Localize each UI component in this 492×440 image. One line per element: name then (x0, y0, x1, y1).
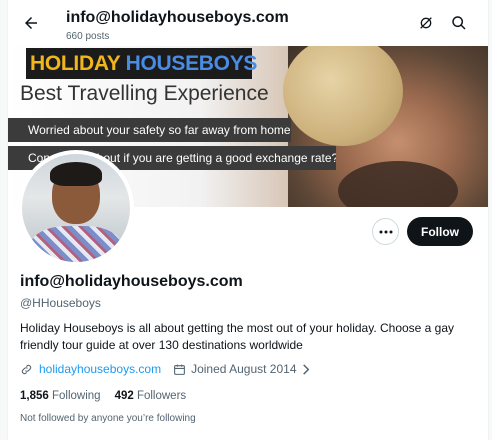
avatar[interactable] (18, 150, 134, 266)
notifications-toggle-button[interactable] (416, 13, 436, 33)
profile-bio: Holiday Houseboys is all about getting t… (20, 321, 455, 352)
followed-by-note: Not followed by anyone you’re following (20, 413, 196, 424)
profile-name: info@holidayhouseboys.com (20, 273, 243, 290)
followers-link[interactable]: 492 Followers (115, 390, 187, 402)
back-button[interactable] (18, 10, 44, 36)
follow-stats: 1,856 Following 492 Followers (20, 390, 186, 402)
post-count: 660 posts (66, 31, 110, 42)
muted-notification-icon (420, 17, 432, 29)
profile-handle: @HHouseboys (20, 296, 101, 310)
profile-meta: holidayhouseboys.com Joined August 2014 (20, 362, 310, 376)
more-button[interactable] (372, 218, 399, 245)
header-title: info@holidayhouseboys.com (66, 9, 289, 26)
calendar-icon (174, 364, 185, 375)
link-icon (21, 364, 32, 374)
more-horizontal-icon (379, 230, 392, 233)
banner-line-1: Worried about your safety so far away fr… (8, 118, 291, 142)
right-frame (488, 0, 492, 440)
follow-button[interactable]: Follow (407, 217, 473, 246)
avatar-shirt (30, 226, 122, 262)
website-link[interactable]: holidayhouseboys.com (39, 362, 161, 376)
search-button[interactable] (449, 13, 469, 33)
following-link[interactable]: 1,856 Following (20, 390, 101, 402)
followers-count: 492 (114, 390, 134, 402)
banner-slogan: Best Travelling Experience (20, 82, 269, 105)
avatar-photo (22, 154, 130, 262)
banner-logo: HOLIDAY HOUSEBOYS (30, 52, 257, 76)
banner-logo-part2: HOUSEBOYS (120, 52, 258, 75)
banner-logo-part1: HOLIDAY (30, 52, 121, 75)
chevron-right-icon[interactable] (302, 363, 310, 375)
search-icon (452, 16, 466, 30)
joined-date[interactable]: Joined August 2014 (191, 362, 296, 376)
left-frame (0, 0, 8, 440)
avatar-hair (50, 162, 102, 186)
followers-label: Followers (136, 390, 187, 402)
following-count: 1,856 (20, 390, 49, 402)
arrow-left-icon (25, 17, 37, 29)
profile-header: info@holidayhouseboys.com 660 posts (8, 0, 488, 46)
following-label: Following (51, 390, 101, 402)
